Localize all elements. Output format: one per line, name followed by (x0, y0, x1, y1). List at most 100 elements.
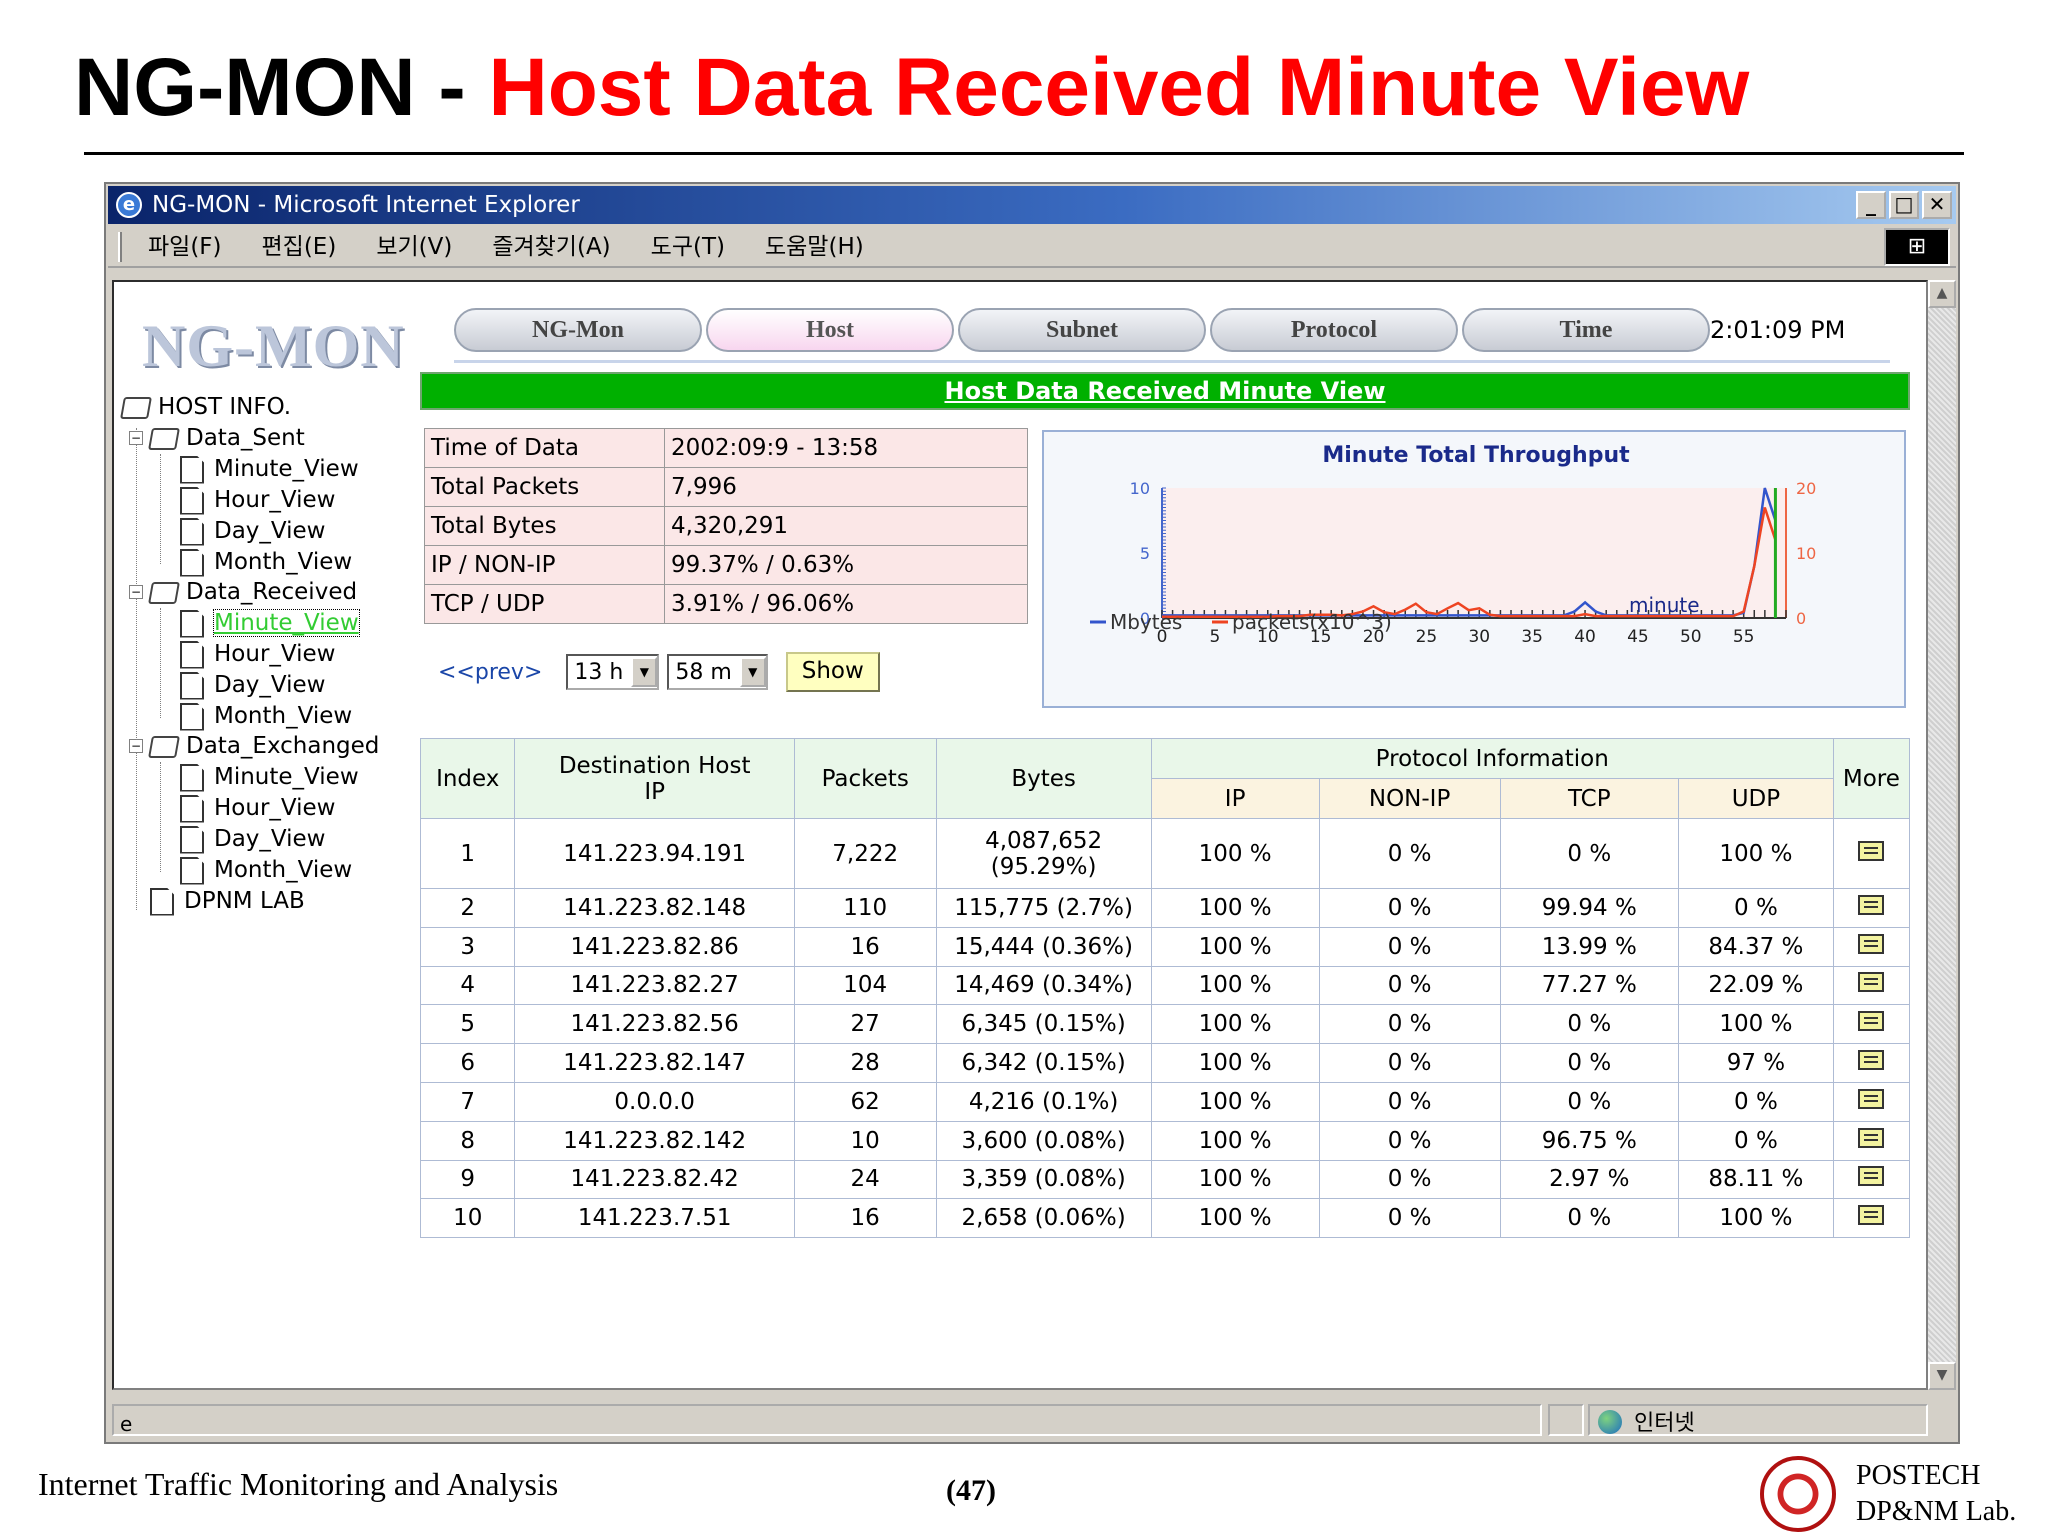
cell-nonip: 0 % (1318, 1159, 1501, 1200)
tab-host[interactable]: Host (706, 308, 954, 352)
tree-group-data-received[interactable]: Data_Received (148, 577, 357, 607)
page-icon (180, 486, 204, 515)
dropdown-arrow-icon[interactable]: ▼ (739, 657, 766, 687)
cell-tcp: 96.75 % (1499, 1120, 1680, 1161)
cell-bytes: 4,087,652 (95.29%) (935, 818, 1152, 889)
show-button[interactable]: Show (785, 652, 880, 692)
tree-item-sent-minute[interactable]: Minute_View (180, 454, 359, 484)
cell-index: 10 (419, 1198, 516, 1239)
tree-item-label-selected: Minute_View (213, 609, 360, 637)
menu-tools[interactable]: 도구(T) (651, 226, 725, 268)
time-controls: <<prev> 13 h ▼ 58 m ▼ Show (438, 652, 880, 692)
menu-view[interactable]: 보기(V) (376, 226, 452, 268)
tree-item-label: Hour_View (214, 487, 336, 513)
tree-item-exchanged-hour[interactable]: Hour_View (180, 793, 335, 823)
more-details-icon[interactable] (1858, 1088, 1885, 1109)
more-details-icon[interactable] (1858, 1011, 1885, 1032)
cell-nonip: 0 % (1318, 1043, 1501, 1083)
maximize-button[interactable]: □ (1889, 191, 1919, 219)
collapse-icon[interactable]: − (129, 585, 143, 599)
menu-favorites[interactable]: 즐겨찾기(A) (492, 226, 610, 268)
tab-time[interactable]: Time (1462, 308, 1710, 352)
tree-group-data-exchanged[interactable]: Data_Exchanged (148, 731, 379, 761)
cell-index: 9 (419, 1159, 516, 1200)
col-packets: Packets (793, 738, 937, 819)
tab-subnet[interactable]: Subnet (958, 308, 1206, 352)
cell-nonip: 0 % (1318, 888, 1501, 928)
more-details-icon[interactable] (1858, 1127, 1885, 1148)
cell-bytes: 15,444 (0.36%) (935, 926, 1152, 967)
more-details-icon[interactable] (1858, 933, 1885, 954)
footer-org: POSTECH DP&NM Lab. (1856, 1458, 2016, 1530)
cell-packets: 16 (793, 1198, 937, 1239)
more-details-icon[interactable] (1858, 840, 1885, 861)
view-banner[interactable]: Host Data Received Minute View (420, 372, 1910, 410)
page-icon (180, 825, 204, 854)
menu-edit[interactable]: 편집(E) (262, 226, 337, 268)
prev-link[interactable]: <<prev> (438, 660, 542, 685)
tree-item-sent-hour[interactable]: Hour_View (180, 485, 335, 515)
tree-item-exchanged-minute[interactable]: Minute_View (180, 762, 359, 792)
cell-ip: 100 % (1150, 888, 1320, 928)
col-destination: Destination Host IP (514, 738, 795, 819)
summary-value: 4,320,291 (664, 506, 1028, 546)
tree-item-received-hour[interactable]: Hour_View (180, 639, 335, 669)
more-details-icon[interactable] (1858, 1050, 1885, 1071)
minute-select-value: 58 m (675, 659, 732, 685)
tab-ngmon[interactable]: NG-Mon (454, 308, 702, 352)
tree-item-received-month[interactable]: Month_View (180, 701, 352, 731)
summary-value: 2002:09:9 - 13:58 (664, 428, 1028, 468)
tree-item-sent-day[interactable]: Day_View (180, 516, 326, 546)
cell-index: 5 (419, 1004, 516, 1045)
x-tick-label: 30 (1468, 627, 1490, 647)
cell-host: 141.223.82.148 (514, 888, 795, 928)
x-tick-label: 50 (1680, 627, 1702, 647)
more-details-icon[interactable] (1858, 1166, 1885, 1187)
legend-mbytes: Mbytes (1110, 610, 1182, 634)
vertical-scrollbar[interactable]: ▲ ▼ (1928, 280, 1956, 1390)
tree-item-exchanged-day[interactable]: Day_View (180, 824, 326, 854)
summary-value: 3.91% / 96.06% (664, 584, 1028, 624)
tree-leaf-dpnm-lab[interactable]: DPNM LAB (150, 886, 305, 916)
tree-group-data-sent[interactable]: Data_Sent (148, 423, 305, 453)
tree-root[interactable]: HOST INFO. (120, 392, 291, 422)
tab-protocol[interactable]: Protocol (1210, 308, 1458, 352)
hour-select[interactable]: 13 h ▼ (566, 654, 660, 690)
more-details-icon[interactable] (1858, 894, 1885, 915)
tree-item-received-minute[interactable]: Minute_View (180, 608, 360, 638)
tree-item-exchanged-month[interactable]: Month_View (180, 855, 352, 885)
cell-packets: 27 (793, 1004, 937, 1045)
cell-packets: 24 (793, 1159, 937, 1200)
tree-item-label: Day_View (214, 672, 326, 698)
cell-bytes: 14,469 (0.34%) (935, 965, 1152, 1006)
menubar: 파일(F) 편집(E) 보기(V) 즐겨찾기(A) 도구(T) 도움말(H) ⊞ (108, 226, 1956, 268)
cell-tcp: 0 % (1499, 1043, 1680, 1083)
summary-label: TCP / UDP (424, 584, 665, 624)
tree-item-received-day[interactable]: Day_View (180, 670, 326, 700)
more-details-icon[interactable] (1858, 1205, 1885, 1226)
nav-tabs: NG-Mon Host Subnet Protocol Time (454, 308, 1710, 352)
scroll-up-icon[interactable]: ▲ (1928, 280, 1956, 308)
close-button[interactable]: ✕ (1922, 191, 1952, 219)
menu-file[interactable]: 파일(F) (148, 226, 222, 268)
minute-select[interactable]: 58 m ▼ (667, 654, 768, 690)
collapse-icon[interactable]: − (129, 739, 143, 753)
x-tick-label: 45 (1627, 627, 1649, 647)
minimize-button[interactable]: _ (1856, 191, 1886, 219)
folder-icon (120, 396, 152, 419)
cell-ip: 100 % (1150, 1198, 1320, 1239)
cell-packets: 110 (793, 888, 937, 928)
tree-group-label: Data_Sent (186, 425, 305, 451)
window-titlebar[interactable]: e NG-MON - Microsoft Internet Explorer _… (108, 186, 1956, 224)
dropdown-arrow-icon[interactable]: ▼ (631, 657, 658, 687)
menu-help[interactable]: 도움말(H) (765, 226, 864, 268)
cell-host: 141.223.94.191 (514, 818, 795, 889)
scroll-down-icon[interactable]: ▼ (1928, 1362, 1956, 1390)
summary-value: 7,996 (664, 467, 1028, 507)
cell-index: 1 (419, 818, 516, 889)
x-tick-label: 25 (1416, 627, 1438, 647)
collapse-icon[interactable]: − (129, 431, 143, 445)
tree-item-sent-month[interactable]: Month_View (180, 547, 352, 577)
more-details-icon[interactable] (1858, 972, 1885, 993)
cell-packets: 10 (793, 1120, 937, 1161)
